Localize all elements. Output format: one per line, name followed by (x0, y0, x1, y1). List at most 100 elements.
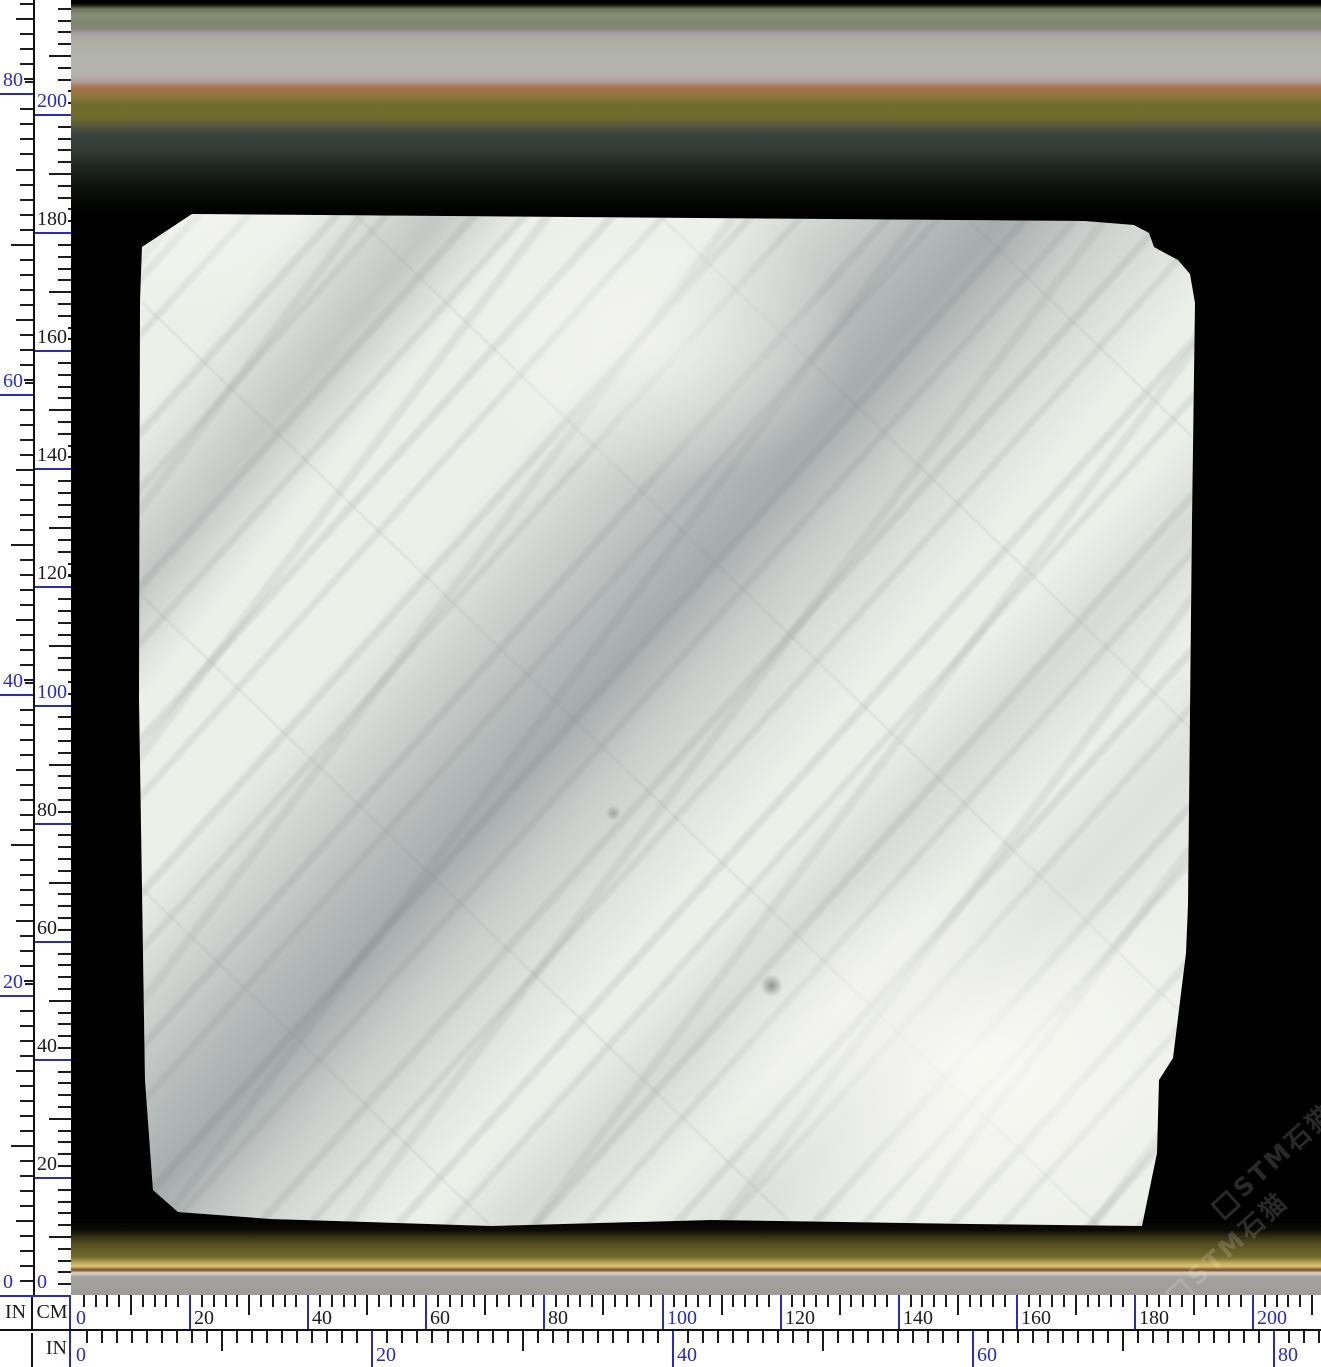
tick (58, 1224, 71, 1226)
ruler-number: 60 (37, 917, 58, 939)
tick (768, 1295, 770, 1307)
tick (20, 63, 33, 65)
tick (1198, 1331, 1200, 1343)
tick (236, 1331, 238, 1343)
ruler-major-line (35, 1059, 71, 1061)
tick (58, 598, 71, 600)
tick (1032, 1331, 1034, 1343)
tick (20, 1235, 33, 1237)
tick (20, 33, 33, 35)
tick (721, 1295, 723, 1315)
tick (852, 1331, 854, 1343)
tick (555, 1295, 557, 1307)
tick (1122, 1331, 1124, 1351)
tick (20, 634, 33, 636)
tick (58, 397, 71, 399)
tick (177, 1295, 179, 1307)
tick (58, 1260, 71, 1262)
tick (221, 1331, 223, 1351)
ruler-number: 80 (3, 69, 24, 91)
tick (58, 1283, 71, 1285)
tick (484, 1295, 486, 1315)
ruler-vertical-cm: 020406080100120140160180200 (35, 0, 71, 1295)
slab-scan-viewport: STM石猫 STM石猫 020406080 020406080100120140… (0, 0, 1321, 1367)
tick (16, 920, 33, 922)
tick (20, 364, 33, 366)
tick (225, 1295, 227, 1307)
corner-blank-cell (0, 1333, 33, 1367)
tick (378, 1295, 380, 1307)
tick (614, 1295, 616, 1307)
tick (58, 669, 71, 671)
tick (386, 1331, 388, 1343)
tick (20, 784, 33, 786)
tick (11, 244, 33, 246)
tick (747, 1331, 749, 1343)
tick (58, 917, 71, 919)
tick (597, 1331, 599, 1343)
tick (58, 386, 71, 388)
tick (20, 1100, 33, 1102)
tick (20, 574, 33, 576)
tick (58, 374, 71, 376)
ruler-major-line (189, 1295, 191, 1329)
tick (815, 1295, 817, 1307)
ruler-major-line (1252, 1295, 1254, 1329)
tick (176, 1331, 178, 1343)
tick (213, 1295, 215, 1307)
ruler-major-line (35, 232, 71, 234)
tick (697, 1295, 699, 1307)
tick (20, 709, 33, 711)
tick (146, 1331, 148, 1343)
tick (20, 454, 33, 456)
tick (1063, 1295, 1065, 1307)
tick (1193, 1295, 1195, 1315)
tick (1098, 1295, 1100, 1307)
tick (20, 304, 33, 306)
ruler-number: 100 (667, 1307, 697, 1329)
tick (522, 1331, 524, 1351)
ruler-major-line (0, 694, 33, 696)
tick (1110, 1295, 1112, 1307)
tick (1152, 1331, 1154, 1343)
tick (1051, 1295, 1053, 1307)
tick (20, 1025, 33, 1027)
ruler-major-line (35, 941, 71, 943)
tick (25, 81, 33, 83)
tick (284, 1295, 286, 1307)
tick (413, 1295, 415, 1307)
tick (49, 1000, 71, 1002)
ruler-number: 0 (3, 1271, 14, 1293)
tick (58, 752, 71, 754)
tick (1217, 1295, 1219, 1307)
ruler-number: 60 (3, 370, 24, 392)
tick (58, 138, 71, 140)
ruler-number: 100 (37, 681, 68, 703)
tick (58, 787, 71, 789)
ruler-horizontal-area: IN CM IN 020406080100120140160180200 020… (0, 1295, 1321, 1367)
ruler-number: 80 (548, 1307, 568, 1329)
tick (709, 1295, 711, 1307)
tick (20, 214, 33, 216)
tick (431, 1331, 433, 1343)
scan-smear-bottom-band (71, 1223, 1321, 1295)
tick (58, 1212, 71, 1214)
tick (496, 1295, 498, 1307)
tick (20, 664, 33, 666)
tick (272, 1295, 274, 1307)
tick (1158, 1295, 1160, 1307)
tick (58, 539, 71, 541)
tick (921, 1295, 923, 1307)
tick (837, 1331, 839, 1343)
tick (992, 1295, 994, 1307)
tick (58, 953, 71, 955)
tick (16, 1220, 33, 1222)
tick (20, 153, 33, 155)
tick (1039, 1295, 1041, 1307)
tick (508, 1295, 510, 1307)
ruler-major-line (0, 93, 33, 95)
tick (20, 589, 33, 591)
ruler-number: 0 (76, 1307, 86, 1329)
tick (58, 126, 71, 128)
tick (839, 1295, 841, 1315)
